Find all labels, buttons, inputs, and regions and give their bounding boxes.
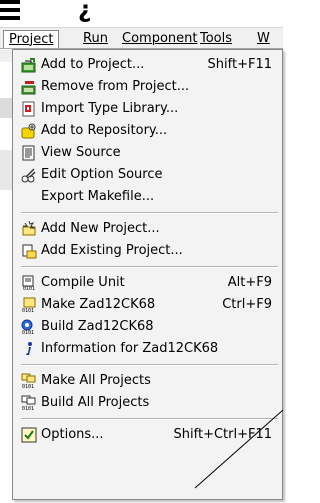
compile-unit-icon: 0101 <box>21 275 37 292</box>
menubar-project[interactable]: Project <box>3 30 60 48</box>
project-menu: Add to Project... Shift+F11 Remove from … <box>12 49 283 500</box>
menubar-run[interactable]: Run <box>78 30 113 48</box>
add-new-project-icon <box>21 220 37 237</box>
add-to-repository-icon <box>21 123 37 139</box>
build-all-projects-icon: 0101 <box>21 395 37 412</box>
menu-item-label: Export Makefile... <box>41 189 155 204</box>
menubar-window[interactable]: W <box>252 30 275 48</box>
svg-text:0101: 0101 <box>22 308 34 313</box>
menu-item-label: View Source <box>41 145 121 160</box>
information-icon <box>21 341 37 357</box>
menu-item-make[interactable]: 0101 Make Zad12CK68 Ctrl+F9 <box>17 294 282 316</box>
menu-item-label: Build All Projects <box>41 395 150 410</box>
menu-item-export-makefile[interactable]: Export Makefile... <box>17 186 282 208</box>
menu-item-shortcut: Shift+Ctrl+F11 <box>173 427 272 442</box>
menu-item-edit-option-source[interactable]: Edit Option Source <box>17 164 282 186</box>
menu-item-label: Make Zad12CK68 <box>41 297 156 312</box>
menu-item-label: Make All Projects <box>41 373 151 388</box>
remove-from-project-icon <box>21 79 37 95</box>
build-icon: 0101 <box>21 319 37 336</box>
menu-item-add-new-project[interactable]: Add New Project... <box>17 218 282 240</box>
menu-separator <box>21 212 278 214</box>
menu-item-label: Add to Repository... <box>41 123 168 138</box>
menu-item-label: Compile Unit <box>41 275 125 290</box>
edit-option-source-icon <box>21 167 37 183</box>
add-to-project-icon <box>21 57 37 73</box>
menu-item-label: Edit Option Source <box>41 167 163 182</box>
menu-item-label: Import Type Library... <box>41 101 179 116</box>
menu-item-options[interactable]: Options... Shift+Ctrl+F11 <box>17 424 282 446</box>
menubar-tools[interactable]: Tools <box>195 30 237 48</box>
svg-text:0101: 0101 <box>22 384 34 389</box>
menu-item-make-all-projects[interactable]: 0101 Make All Projects <box>17 370 282 392</box>
menu-item-label: Add to Project... <box>41 57 145 72</box>
cropped-toolbar-fragment <box>0 0 20 26</box>
make-all-projects-icon: 0101 <box>21 373 37 390</box>
menu-item-view-source[interactable]: View Source <box>17 142 282 164</box>
menu-item-label: Options... <box>41 427 104 442</box>
background-fragment <box>0 50 12 62</box>
svg-text:0101: 0101 <box>22 406 34 411</box>
menu-bar: Project Run Component Tools W <box>0 27 283 49</box>
menu-item-add-existing-project[interactable]: Add Existing Project... <box>17 240 282 262</box>
view-source-icon <box>21 145 37 161</box>
menu-item-import-type-library[interactable]: Import Type Library... <box>17 98 282 120</box>
svg-text:0101: 0101 <box>23 286 35 291</box>
add-existing-project-icon <box>21 243 37 259</box>
menu-item-add-to-repository[interactable]: Add to Repository... <box>17 120 282 142</box>
menu-item-shortcut: Alt+F9 <box>227 275 272 290</box>
menu-item-label: Information for Zad12CK68 <box>41 341 219 356</box>
menu-item-add-to-project[interactable]: Add to Project... Shift+F11 <box>17 54 282 76</box>
background-fragment <box>0 150 12 190</box>
menu-separator <box>21 266 278 268</box>
menu-separator <box>21 364 278 366</box>
menu-item-build-all-projects[interactable]: 0101 Build All Projects <box>17 392 282 414</box>
background-fragment <box>0 98 12 118</box>
make-icon: 0101 <box>21 297 37 314</box>
import-type-library-icon <box>21 101 37 117</box>
menu-separator <box>21 418 278 420</box>
menu-item-shortcut: Shift+F11 <box>207 57 272 72</box>
menu-item-information[interactable]: Information for Zad12CK68 <box>17 338 282 360</box>
options-icon <box>21 427 37 443</box>
menu-item-label: Build Zad12CK68 <box>41 319 154 334</box>
menu-item-label: Add New Project... <box>41 221 160 236</box>
menu-item-build[interactable]: 0101 Build Zad12CK68 <box>17 316 282 338</box>
menu-item-compile-unit[interactable]: 0101 Compile Unit Alt+F9 <box>17 272 282 294</box>
menu-item-shortcut: Ctrl+F9 <box>222 297 272 312</box>
menu-item-remove-from-project[interactable]: Remove from Project... <box>17 76 282 98</box>
cropped-glyph: ¿ <box>78 0 92 23</box>
menu-item-label: Remove from Project... <box>41 79 190 94</box>
svg-text:0101: 0101 <box>22 330 34 335</box>
menubar-component[interactable]: Component <box>117 30 202 48</box>
menu-item-label: Add Existing Project... <box>41 243 183 258</box>
